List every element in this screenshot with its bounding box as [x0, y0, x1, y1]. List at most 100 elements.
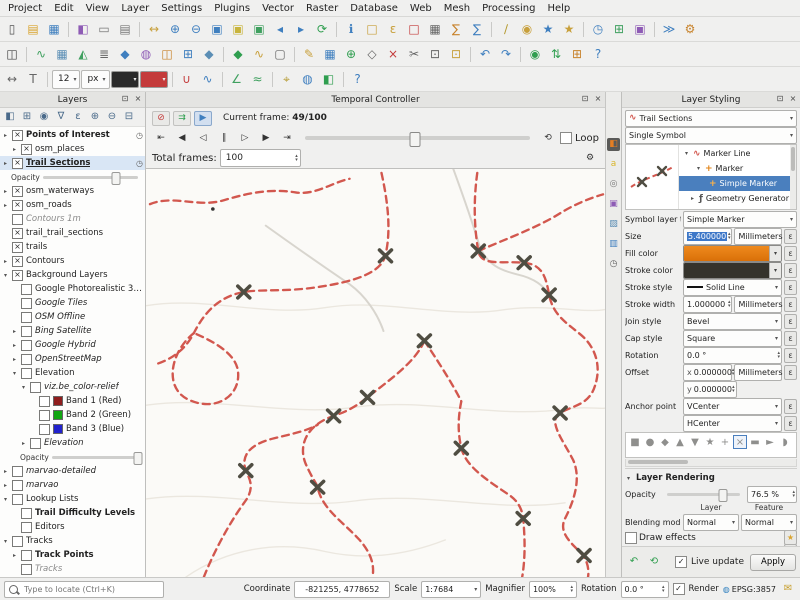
size-data-defined-button[interactable]: ε: [784, 229, 797, 244]
layer-row[interactable]: Contours 1m: [0, 212, 145, 226]
field-calculator-icon[interactable]: ∑: [446, 19, 466, 39]
size-unit-combo[interactable]: Millimeters ▾: [734, 228, 782, 245]
expand-arrow-icon[interactable]: ▸: [11, 328, 18, 335]
magnifier-spinbox[interactable]: 100% ▴▾: [529, 581, 577, 598]
layer-checkbox[interactable]: [21, 564, 32, 575]
pause-button[interactable]: ∥: [215, 131, 233, 146]
play-backward-button[interactable]: ◁: [194, 131, 212, 146]
layer-row[interactable]: ▾Lookup Lists: [0, 492, 145, 506]
layer-checkbox[interactable]: [21, 340, 32, 351]
stroke-color-data-defined-button[interactable]: ε: [784, 263, 797, 278]
symbol-node-marker[interactable]: ▾ + Marker: [679, 161, 796, 176]
renderer-combo[interactable]: Single Symbol ▾: [625, 127, 797, 144]
stroke-style-combo[interactable]: Solid Line ▾: [683, 279, 782, 296]
add-group-icon[interactable]: ⊞: [19, 109, 35, 125]
layer-opacity-slider[interactable]: [52, 456, 138, 459]
symbol-node-simple-marker[interactable]: + Simple Marker: [679, 176, 796, 191]
anchor-h-data-defined-button[interactable]: ε: [784, 416, 797, 431]
enable-tracing-icon[interactable]: ∿: [198, 69, 218, 89]
layer-row[interactable]: Opacity: [0, 170, 145, 184]
expand-arrow-icon[interactable]: ▸: [2, 160, 9, 167]
render-checkbox[interactable]: ✓: [673, 583, 685, 595]
shape-inverted-triangle[interactable]: ▼: [688, 435, 702, 449]
zoom-in-icon[interactable]: ⊕: [165, 19, 185, 39]
expand-arrow-icon[interactable]: ▾: [683, 150, 690, 157]
expand-arrow-icon[interactable]: ▾: [2, 538, 9, 545]
manage-map-themes-icon[interactable]: ◉: [36, 109, 52, 125]
statistical-summary-icon[interactable]: ∑: [467, 19, 487, 39]
qfield-sync-icon[interactable]: ⇅: [546, 44, 566, 64]
layer-row[interactable]: ▾×Background Layers: [0, 268, 145, 282]
scale-combo[interactable]: 1:7684 ▾: [421, 581, 481, 598]
rotation-data-defined-button[interactable]: ε: [784, 348, 797, 363]
globe-tool-icon[interactable]: ◍: [298, 69, 318, 89]
live-update-checkbox[interactable]: ✓: [675, 556, 687, 568]
layer-rendering-header[interactable]: ▾ Layer Rendering: [625, 468, 797, 485]
spin-arrows-icon[interactable]: ▴▾: [570, 585, 573, 593]
layer-row[interactable]: ▸×osm_roads: [0, 198, 145, 212]
offset-data-defined-button[interactable]: ε: [784, 365, 797, 380]
layer-row[interactable]: Band 3 (Blue): [0, 422, 145, 436]
stream-digitizing-icon[interactable]: ≈: [248, 69, 268, 89]
layer-row[interactable]: Opacity: [0, 450, 145, 464]
select-features-icon[interactable]: □: [362, 19, 382, 39]
layer-row[interactable]: ▸marvao: [0, 478, 145, 492]
layer-checkbox[interactable]: ×: [12, 256, 23, 267]
identify-features-icon[interactable]: ℹ: [341, 19, 361, 39]
open-attribute-table-icon[interactable]: ▦: [425, 19, 445, 39]
style-refresh-icon[interactable]: ⟲: [646, 554, 662, 570]
spin-arrows-icon[interactable]: ▴▾: [728, 300, 731, 308]
layer-checkbox[interactable]: ×: [12, 270, 23, 281]
plugin-builder-icon[interactable]: ⊞: [567, 44, 587, 64]
buffer-color-chip[interactable]: ▾: [140, 71, 168, 88]
add-feature-icon[interactable]: ⊕: [341, 44, 361, 64]
join-style-combo[interactable]: Bevel ▾: [683, 313, 782, 330]
spin-arrows-icon[interactable]: ▴▾: [295, 154, 298, 162]
layer-checkbox[interactable]: [21, 326, 32, 337]
redo-icon[interactable]: ↷: [496, 44, 516, 64]
layer-row[interactable]: ▾Elevation: [0, 366, 145, 380]
anchor-vertical-combo[interactable]: VCenter ▾: [683, 398, 782, 415]
shape-circle[interactable]: ●: [643, 435, 657, 449]
add-postgis-layer-icon[interactable]: ◆: [115, 44, 135, 64]
shape-line[interactable]: ▬: [748, 435, 762, 449]
style-undo-icon[interactable]: ↶: [626, 554, 642, 570]
shape-triangle[interactable]: ▲: [673, 435, 687, 449]
cap-style-data-defined-button[interactable]: ε: [784, 331, 797, 346]
layer-checkbox[interactable]: ×: [12, 228, 23, 239]
layer-row[interactable]: ▸×Contours: [0, 254, 145, 268]
shape-strip-scrollbar[interactable]: [625, 459, 797, 467]
layer-row[interactable]: ▸×Points of Interest◷: [0, 128, 145, 142]
expand-arrow-icon[interactable]: ▸: [689, 195, 696, 202]
zoom-next-icon[interactable]: ▸: [291, 19, 311, 39]
symbol-node-geometry-generator[interactable]: ▸ ƒ Geometry Generator: [679, 191, 796, 206]
shape-square[interactable]: ■: [628, 435, 642, 449]
measure-line-icon[interactable]: ∕: [496, 19, 516, 39]
symbol-node-marker-line[interactable]: ▾ ∿ Marker Line: [679, 146, 796, 161]
apply-button[interactable]: Apply: [750, 554, 796, 571]
copy-features-icon[interactable]: ⊡: [425, 44, 445, 64]
layer-row[interactable]: ▸marvao-detailed: [0, 464, 145, 478]
menu-web[interactable]: Web: [404, 2, 438, 15]
filter-legend-icon[interactable]: ∇: [53, 109, 69, 125]
fixed-range-navigation-button[interactable]: ⇉: [173, 111, 191, 126]
close-panel-icon[interactable]: ×: [132, 93, 144, 105]
layer-row[interactable]: ×trails: [0, 240, 145, 254]
layer-row[interactable]: OSM Offline: [0, 310, 145, 324]
layer-row[interactable]: ▸OpenStreetMap: [0, 352, 145, 366]
size-spinbox[interactable]: 5.400000 ▴▾: [683, 228, 732, 245]
join-style-data-defined-button[interactable]: ε: [784, 314, 797, 329]
history-tab[interactable]: ◷: [607, 258, 620, 271]
undo-icon[interactable]: ↶: [475, 44, 495, 64]
styling-layer-combo[interactable]: ∿ Trail Sections ▾: [625, 110, 797, 127]
menu-mesh[interactable]: Mesh: [438, 2, 476, 15]
layer-checkbox[interactable]: [21, 368, 32, 379]
expand-arrow-icon[interactable]: ▸: [2, 202, 9, 209]
rotation-spinbox[interactable]: 0.0 ° ▴▾: [621, 581, 669, 598]
spin-arrows-icon[interactable]: ▴▾: [732, 385, 735, 393]
loop-icon[interactable]: ⟲: [539, 131, 557, 146]
animated-navigation-button[interactable]: ▶: [194, 111, 212, 126]
layer-row[interactable]: Trail Difficulty Levels: [0, 506, 145, 520]
effects-options-icon[interactable]: ★: [784, 530, 797, 545]
osm-place-search-icon[interactable]: ◉: [525, 44, 545, 64]
